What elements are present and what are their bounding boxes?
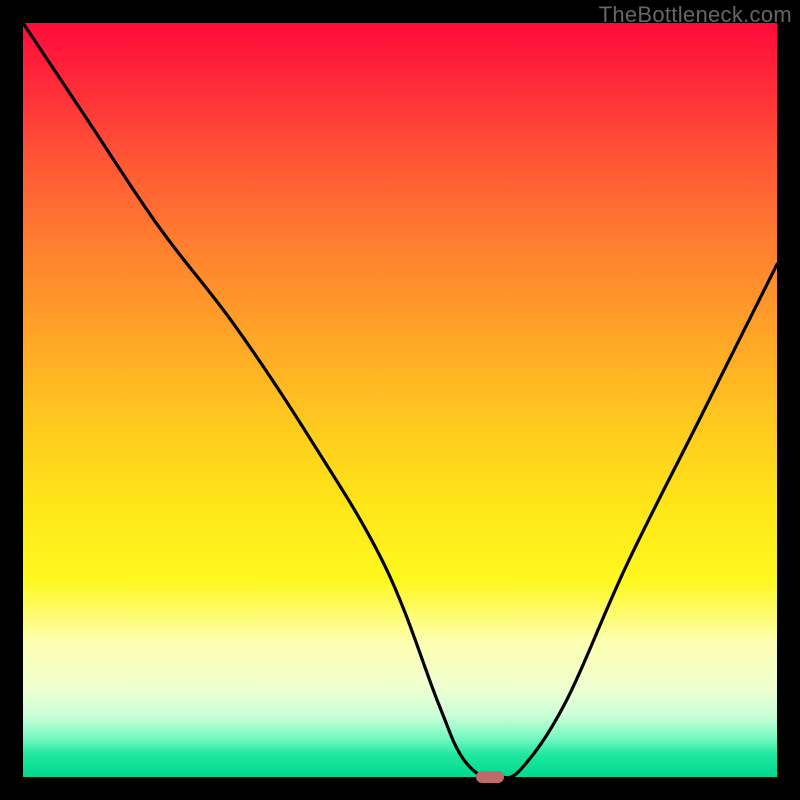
chart-plot-area [23, 23, 777, 777]
optimal-marker [476, 771, 504, 783]
bottleneck-curve [23, 23, 777, 777]
watermark-text: TheBottleneck.com [599, 2, 792, 28]
